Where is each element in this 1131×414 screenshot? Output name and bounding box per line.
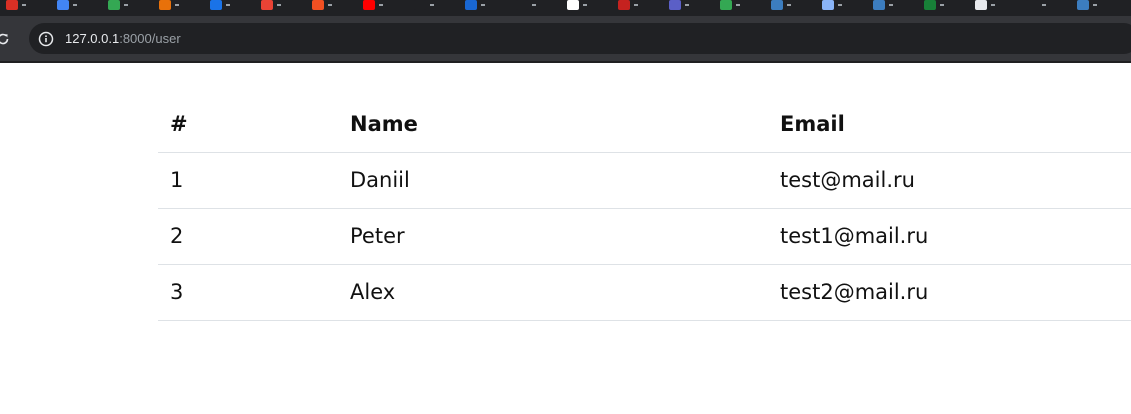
- cell-name: Alex: [350, 280, 396, 304]
- bookmark-label-stub: [481, 4, 485, 6]
- bookmark-favicon-icon: [1077, 0, 1089, 10]
- bookmark-item[interactable]: [1020, 0, 1071, 16]
- cell-name: Daniil: [350, 168, 410, 192]
- bookmark-item[interactable]: [0, 0, 51, 16]
- bookmark-label-stub: [940, 4, 944, 6]
- bookmark-item[interactable]: [969, 0, 1020, 16]
- bookmark-favicon-icon: [6, 0, 18, 10]
- site-info-icon[interactable]: [38, 31, 54, 47]
- users-table: # Name Email 1 Daniil test@mail.ru 2 Pet…: [158, 96, 1131, 321]
- table-row: 2 Peter test1@mail.ru: [158, 208, 1131, 264]
- bookmark-item[interactable]: [204, 0, 255, 16]
- bookmark-favicon-icon: [669, 0, 681, 10]
- bookmark-label-stub: [532, 4, 536, 6]
- bookmark-favicon-icon: [363, 0, 375, 10]
- bookmark-item[interactable]: [714, 0, 765, 16]
- bookmark-label-stub: [634, 4, 638, 6]
- bookmark-favicon-icon: [771, 0, 783, 10]
- table-row: 3 Alex test2@mail.ru: [158, 264, 1131, 320]
- table-header-row: # Name Email: [158, 96, 1131, 152]
- bookmark-item[interactable]: [408, 0, 459, 16]
- bookmark-label-stub: [124, 4, 128, 6]
- bookmark-favicon-icon: [516, 0, 528, 10]
- address-bar[interactable]: 127.0.0.1:8000/user: [29, 23, 1131, 54]
- bookmark-favicon-icon: [465, 0, 477, 10]
- bookmark-label-stub: [685, 4, 689, 6]
- bookmark-label-stub: [889, 4, 893, 6]
- cell-name: Peter: [350, 224, 405, 248]
- column-header-email: Email: [780, 111, 845, 136]
- bookmark-item[interactable]: [153, 0, 204, 16]
- bookmark-item[interactable]: [102, 0, 153, 16]
- bookmark-label-stub: [226, 4, 230, 6]
- bookmark-label-stub: [787, 4, 791, 6]
- url-path: :8000/user: [119, 31, 181, 46]
- bookmark-favicon-icon: [57, 0, 69, 10]
- bookmark-favicon-icon: [261, 0, 273, 10]
- bookmark-label-stub: [991, 4, 995, 6]
- bookmark-favicon-icon: [159, 0, 171, 10]
- url-text[interactable]: 127.0.0.1:8000/user: [65, 31, 181, 46]
- bookmark-item[interactable]: [255, 0, 306, 16]
- bookmark-item[interactable]: [867, 0, 918, 16]
- bookmark-label-stub: [73, 4, 77, 6]
- bookmark-item[interactable]: [1071, 0, 1122, 16]
- cell-id: 2: [170, 224, 184, 248]
- users-table-container: # Name Email 1 Daniil test@mail.ru 2 Pet…: [158, 96, 1131, 321]
- bookmark-item[interactable]: [663, 0, 714, 16]
- bookmark-favicon-icon: [1026, 0, 1038, 10]
- bookmark-favicon-icon: [414, 0, 426, 10]
- bookmark-favicon-icon: [822, 0, 834, 10]
- bookmark-item[interactable]: [306, 0, 357, 16]
- reload-icon: [0, 33, 9, 45]
- bookmark-item[interactable]: [918, 0, 969, 16]
- reload-button[interactable]: [0, 28, 14, 50]
- url-host: 127.0.0.1: [65, 31, 120, 46]
- bookmark-item[interactable]: [765, 0, 816, 16]
- bookmark-favicon-icon: [924, 0, 936, 10]
- cell-email: test1@mail.ru: [780, 224, 929, 248]
- bookmark-label-stub: [379, 4, 383, 6]
- bookmark-item[interactable]: [357, 0, 408, 16]
- bookmark-label-stub: [175, 4, 179, 6]
- bookmark-favicon-icon: [618, 0, 630, 10]
- bookmark-item[interactable]: [51, 0, 102, 16]
- bookmarks-bar: [0, 0, 1131, 16]
- bookmark-label-stub: [1093, 4, 1097, 6]
- bookmark-favicon-icon: [312, 0, 324, 10]
- bookmark-label-stub: [736, 4, 740, 6]
- cell-id: 1: [170, 168, 184, 192]
- browser-toolbar: 127.0.0.1:8000/user: [0, 16, 1131, 63]
- bookmark-label-stub: [1042, 4, 1046, 6]
- bookmark-favicon-icon: [873, 0, 885, 10]
- bookmark-favicon-icon: [210, 0, 222, 10]
- bookmark-favicon-icon: [108, 0, 120, 10]
- bookmark-label-stub: [22, 4, 26, 6]
- bookmark-favicon-icon: [975, 0, 987, 10]
- bookmark-label-stub: [277, 4, 281, 6]
- bookmark-item[interactable]: [612, 0, 663, 16]
- column-header-id: #: [170, 111, 188, 136]
- cell-email: test@mail.ru: [780, 168, 915, 192]
- bookmark-item[interactable]: [561, 0, 612, 16]
- table-row: 1 Daniil test@mail.ru: [158, 152, 1131, 208]
- bookmark-label-stub: [838, 4, 842, 6]
- bookmark-label-stub: [583, 4, 587, 6]
- bookmark-favicon-icon: [720, 0, 732, 10]
- bookmark-item[interactable]: [816, 0, 867, 16]
- column-header-name: Name: [350, 111, 418, 136]
- cell-email: test2@mail.ru: [780, 280, 929, 304]
- bookmark-item[interactable]: [510, 0, 561, 16]
- bookmark-favicon-icon: [567, 0, 579, 10]
- bookmark-item[interactable]: [459, 0, 510, 16]
- bookmark-label-stub: [328, 4, 332, 6]
- cell-id: 3: [170, 280, 184, 304]
- bookmark-label-stub: [430, 4, 434, 6]
